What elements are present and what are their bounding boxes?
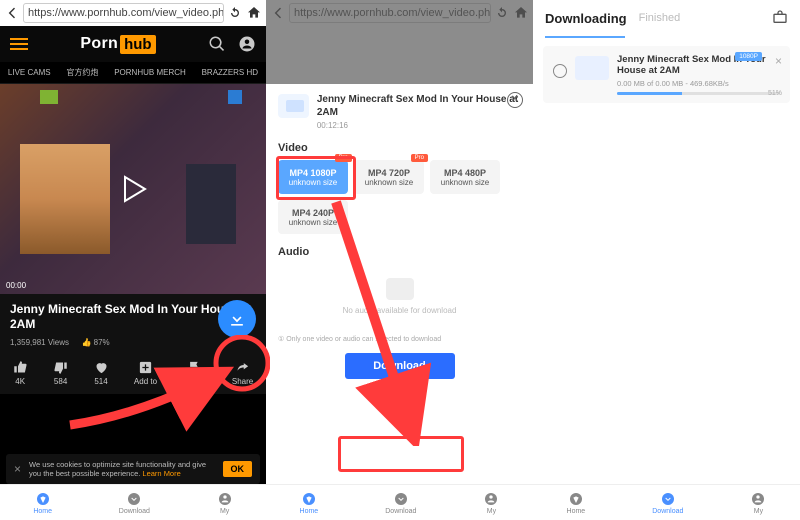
quality-720p[interactable]: ProMP4 720Punknown size — [354, 160, 424, 194]
item-size: 0.00 MB of 0.00 MB - 469.68KB/s — [617, 79, 780, 88]
bottomnav-download[interactable]: Download — [385, 491, 416, 515]
quality-480p[interactable]: MP4 480Punknown size — [430, 160, 500, 194]
bottomnav-home[interactable]: Home — [300, 491, 319, 515]
close-icon[interactable]: × — [14, 462, 21, 476]
tab-downloading[interactable]: Downloading — [545, 11, 627, 26]
user-icon[interactable] — [238, 35, 256, 53]
back-icon[interactable] — [4, 5, 20, 21]
elapsed-time: 00:00 — [6, 281, 26, 290]
section-video: Video — [278, 142, 521, 154]
bottomnav-download[interactable]: Download — [119, 491, 150, 515]
nav-tab[interactable]: LIVE CAMS — [8, 68, 51, 77]
ok-button[interactable]: OK — [223, 461, 253, 477]
play-icon[interactable] — [113, 169, 153, 209]
like-action[interactable]: 4K — [13, 360, 28, 386]
progress-pct: 51% — [768, 90, 782, 97]
search-icon[interactable] — [208, 35, 226, 53]
annotation-arrow — [60, 335, 270, 445]
reload-icon[interactable] — [227, 5, 243, 21]
nav-tab[interactable]: PORNHUB MERCH — [114, 68, 186, 77]
item-thumb — [575, 56, 609, 80]
toolbox-icon[interactable] — [772, 9, 788, 28]
url-bar[interactable]: https://www.pornhub.com/view_video.php?v… — [23, 3, 224, 23]
learn-more-link[interactable]: Learn More — [142, 469, 180, 478]
duration: 00:12:16 — [317, 121, 521, 130]
annotation-box — [276, 156, 356, 200]
bottomnav-download[interactable]: Download — [652, 491, 683, 515]
bottomnav-home[interactable]: Home — [33, 491, 52, 515]
site-logo[interactable]: Pornhub — [80, 35, 155, 54]
menu-icon[interactable] — [10, 35, 28, 53]
close-icon[interactable]: ✕ — [507, 92, 523, 108]
bottomnav-my[interactable]: My — [217, 491, 233, 515]
home-icon[interactable] — [246, 5, 262, 21]
close-icon[interactable]: × — [775, 54, 782, 68]
bottomnav-home[interactable]: Home — [567, 491, 586, 515]
video-thumb — [278, 94, 309, 118]
sheet-title: Jenny Minecraft Sex Mod In Your House at… — [317, 94, 521, 119]
tab-finished[interactable]: Finished — [639, 12, 681, 24]
nav-tab[interactable]: BRAZZERS HD — [202, 68, 258, 77]
cookie-banner: × We use cookies to optimize site functi… — [6, 454, 260, 484]
nav-tab[interactable]: 官方约炮 — [66, 67, 98, 78]
video-player[interactable]: 00:00 — [0, 84, 266, 294]
annotation-arrow — [316, 196, 456, 446]
bottomnav-my[interactable]: My — [750, 491, 766, 515]
quality-tag: 1080P — [735, 52, 762, 61]
bottomnav-my[interactable]: My — [483, 491, 499, 515]
download-button[interactable] — [218, 300, 256, 338]
select-radio[interactable] — [553, 64, 567, 78]
download-item[interactable]: Jenny Minecraft Sex Mod In Your House at… — [543, 46, 790, 103]
